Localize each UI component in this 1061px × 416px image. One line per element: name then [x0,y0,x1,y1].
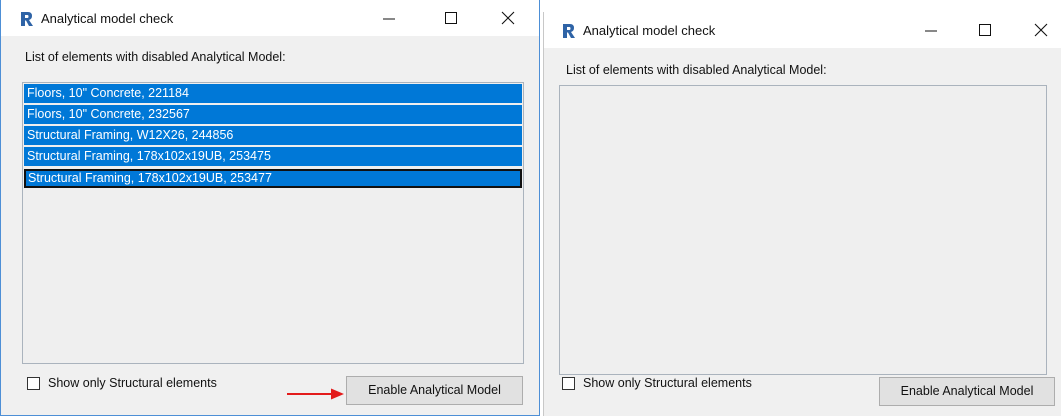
list-item[interactable]: Structural Framing, 178x102x19UB, 253477 [24,169,522,188]
maximize-icon [979,24,991,36]
checkbox-label: Show only Structural elements [583,376,752,390]
list-label: List of elements with disabled Analytica… [566,63,827,77]
close-icon [501,11,515,25]
enable-analytical-model-button[interactable]: Enable Analytical Model [879,377,1055,406]
close-button[interactable] [491,6,525,30]
right-window: Analytical model check List of elements … [543,12,1061,416]
maximize-button[interactable] [968,18,1002,42]
list-label: List of elements with disabled Analytica… [25,50,286,64]
elements-listbox[interactable] [559,85,1047,375]
maximize-icon [445,12,457,24]
close-icon [1034,23,1048,37]
revit-icon [563,24,575,38]
list-item[interactable]: Floors, 10" Concrete, 221184 [24,84,522,103]
list-item[interactable]: Structural Framing, 178x102x19UB, 253475 [24,147,522,166]
minimize-icon [383,18,395,20]
elements-listbox[interactable]: Floors, 10" Concrete, 221184 Floors, 10"… [22,82,524,364]
structural-only-checkbox[interactable] [562,377,575,390]
list-item[interactable]: Structural Framing, W12X26, 244856 [24,126,522,145]
enable-analytical-model-button[interactable]: Enable Analytical Model [346,376,523,405]
minimize-button[interactable] [372,6,406,30]
revit-icon [21,12,33,26]
title-bar[interactable]: Analytical model check [544,12,1061,48]
list-item[interactable]: Floors, 10" Concrete, 232567 [24,105,522,124]
left-window: Analytical model check List of elements … [0,0,540,416]
title-bar[interactable]: Analytical model check [1,0,539,36]
maximize-button[interactable] [434,6,468,30]
checkbox-label: Show only Structural elements [48,376,217,390]
minimize-icon [925,30,937,32]
window-title: Analytical model check [41,11,174,26]
close-button[interactable] [1024,18,1058,42]
window-title: Analytical model check [583,23,716,38]
red-arrow-icon [287,388,344,400]
structural-only-checkbox[interactable] [27,377,40,390]
minimize-button[interactable] [914,18,948,42]
